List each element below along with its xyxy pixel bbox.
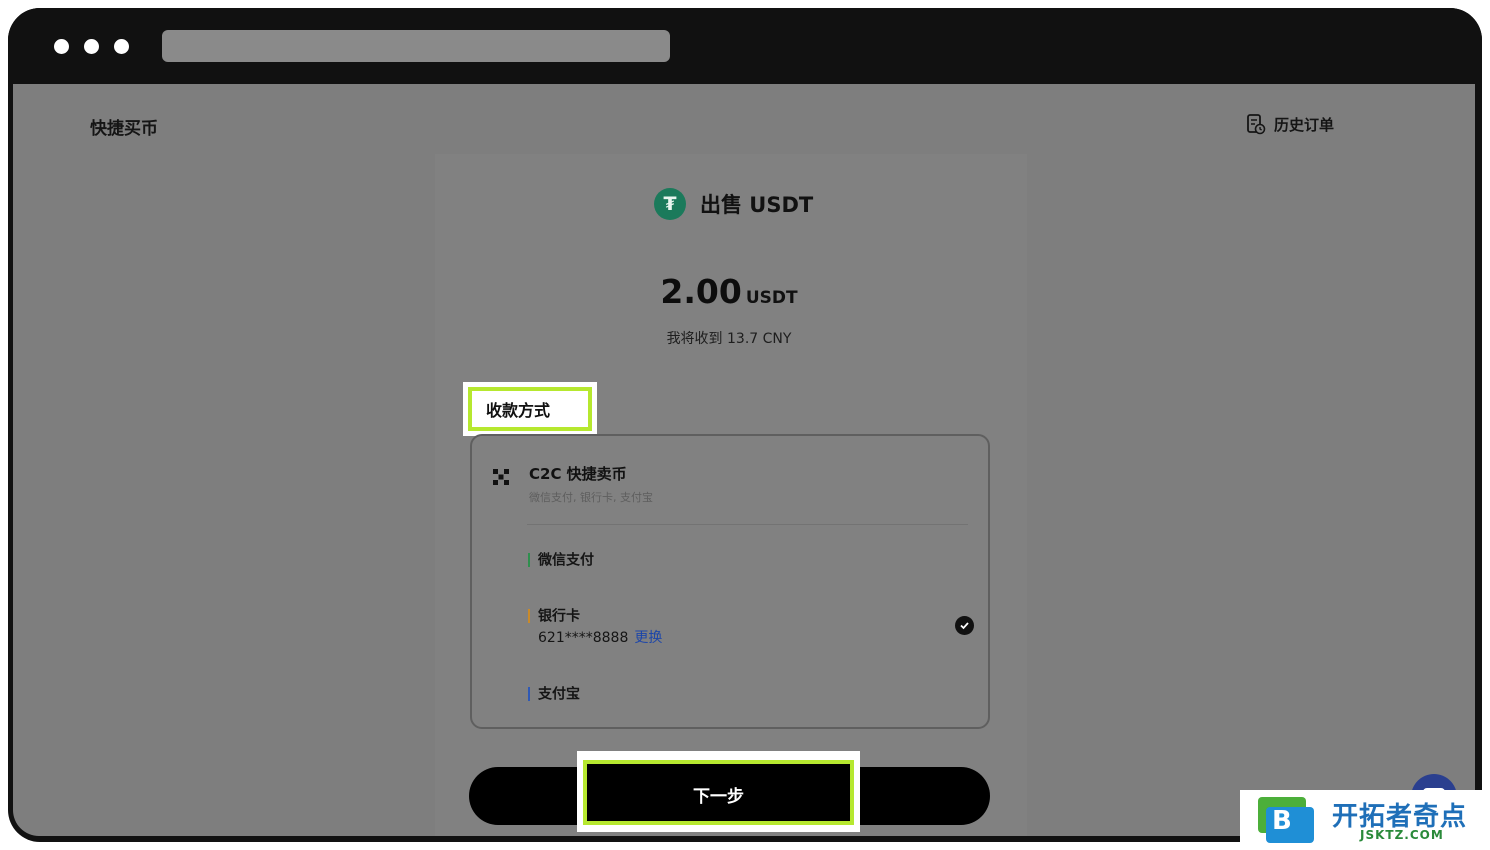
watermark-logo-icon: B bbox=[1258, 797, 1314, 843]
history-orders-link[interactable]: 历史订单 bbox=[1246, 113, 1334, 135]
option-label: 银行卡 bbox=[538, 608, 580, 625]
payment-method-card: C2C 快捷卖币 微信支付, 银行卡, 支付宝 微信支付 银行卡 621****… bbox=[470, 434, 990, 729]
c2c-subtitle: 微信支付, 银行卡, 支付宝 bbox=[529, 491, 653, 504]
alipay-color-bar bbox=[528, 686, 530, 701]
browser-window: 快捷买币 历史订单 ₮ 出售 USDT 2.00 USDT 我将收到 13.7 C… bbox=[8, 8, 1482, 842]
order-history-icon bbox=[1247, 114, 1266, 135]
bank-card-detail: 621****8888 更换 bbox=[538, 627, 662, 647]
divider bbox=[527, 524, 968, 525]
address-bar[interactable] bbox=[162, 30, 670, 62]
amount-display: 2.00 USDT bbox=[13, 272, 1445, 311]
svg-text:B: B bbox=[1272, 806, 1292, 836]
selected-check-icon[interactable] bbox=[955, 616, 974, 635]
sell-title: 出售 USDT bbox=[700, 193, 814, 217]
window-minimize-dot[interactable] bbox=[84, 39, 99, 54]
site-watermark: B 开拓者奇点 JSKTZ.COM bbox=[1240, 790, 1490, 850]
title-bar bbox=[8, 8, 1482, 84]
history-orders-label: 历史订单 bbox=[1274, 115, 1335, 134]
window-close-dot[interactable] bbox=[54, 39, 69, 54]
window-maximize-dot[interactable] bbox=[114, 39, 129, 54]
c2c-logo-icon bbox=[493, 469, 509, 485]
page-title: 快捷买币 bbox=[90, 119, 158, 139]
sell-header: ₮ 出售 USDT bbox=[654, 188, 813, 220]
wechat-color-bar bbox=[528, 552, 530, 567]
option-wechat-pay[interactable]: 微信支付 bbox=[528, 549, 594, 570]
payment-method-label-highlight: 收款方式 bbox=[463, 382, 597, 436]
c2c-title: C2C 快捷卖币 bbox=[529, 465, 627, 483]
watermark-url: JSKTZ.COM bbox=[1360, 828, 1444, 842]
usdt-coin-icon: ₮ bbox=[654, 188, 686, 220]
next-button-label: 下一步 bbox=[693, 787, 744, 807]
option-label: 支付宝 bbox=[538, 686, 580, 703]
amount-unit: USDT bbox=[745, 288, 798, 308]
next-button-highlight[interactable]: 下一步 bbox=[577, 751, 860, 832]
receive-amount-text: 我将收到 13.7 CNY bbox=[666, 331, 792, 347]
option-alipay[interactable]: 支付宝 bbox=[528, 683, 580, 704]
payment-method-label: 收款方式 bbox=[486, 401, 551, 420]
bank-color-bar bbox=[528, 608, 530, 623]
page-viewport: 快捷买币 历史订单 ₮ 出售 USDT 2.00 USDT 我将收到 13.7 C… bbox=[13, 84, 1475, 836]
bank-card-number: 621****8888 bbox=[538, 630, 629, 646]
option-label: 微信支付 bbox=[538, 552, 594, 569]
change-bank-card-link[interactable]: 更换 bbox=[634, 630, 662, 646]
option-bank-card[interactable]: 银行卡 621****8888 更换 bbox=[528, 605, 662, 646]
amount-value: 2.00 bbox=[660, 272, 742, 311]
